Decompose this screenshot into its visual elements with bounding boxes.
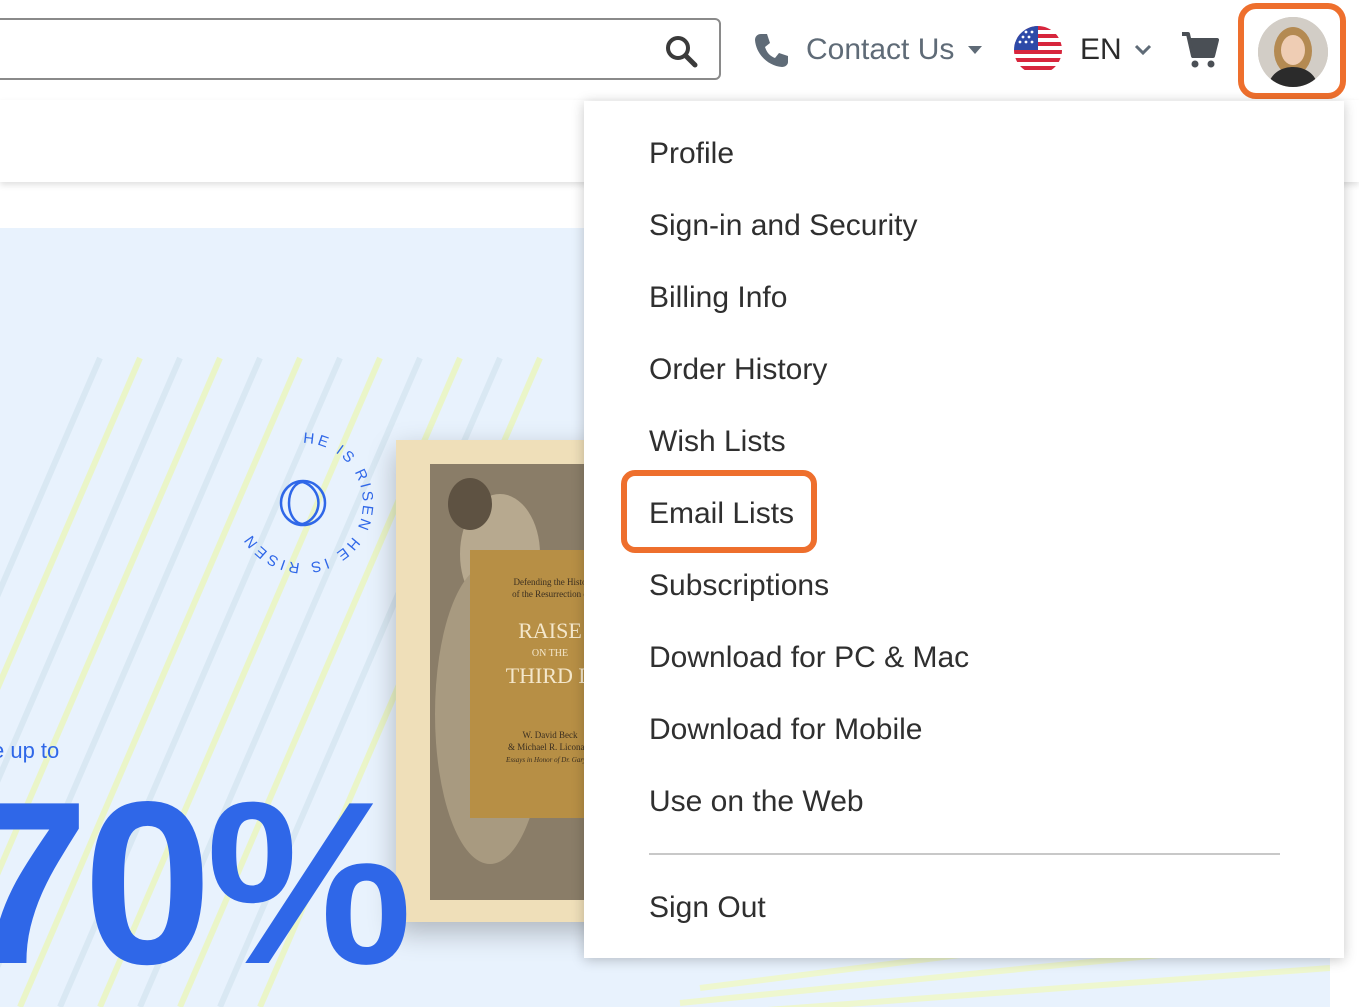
contact-us-menu[interactable]: Contact Us <box>752 24 983 76</box>
menu-item-use-on-web[interactable]: Use on the Web <box>649 782 864 822</box>
avatar[interactable] <box>1258 17 1328 87</box>
menu-item-order-history[interactable]: Order History <box>649 350 827 390</box>
account-avatar-button[interactable] <box>1238 3 1346 99</box>
book-subtitle-line-1: Defending the Histo <box>513 577 587 587</box>
search-icon[interactable] <box>664 34 698 68</box>
search-input[interactable] <box>6 28 650 72</box>
book-authors-line-2: & Michael R. Licona, I <box>508 742 592 752</box>
phone-icon <box>755 34 788 67</box>
email-lists-highlight <box>621 470 817 553</box>
menu-item-subscriptions[interactable]: Subscriptions <box>649 566 829 606</box>
menu-item-billing-info[interactable]: Billing Info <box>649 278 787 318</box>
menu-item-sign-in-security[interactable]: Sign-in and Security <box>649 206 917 246</box>
menu-item-download-pc-mac[interactable]: Download for PC & Mac <box>649 638 969 678</box>
menu-item-wish-lists[interactable]: Wish Lists <box>649 422 786 462</box>
chevron-down-icon <box>968 46 983 54</box>
menu-item-profile[interactable]: Profile <box>649 134 734 174</box>
cart-icon[interactable] <box>1180 30 1220 70</box>
book-authors-line-1: W. David Beck <box>522 730 578 740</box>
top-bar: Contact Us EN <box>0 0 1359 100</box>
promo-percentage: 70% <box>0 754 412 1007</box>
chevron-down-icon <box>1134 44 1151 56</box>
us-flag-icon <box>1014 26 1062 74</box>
badge-emblem <box>279 479 327 527</box>
book-series: Essays in Honor of Dr. Gary R. <box>506 756 594 764</box>
language-label: EN <box>1080 33 1122 66</box>
language-selector[interactable]: EN <box>1014 24 1154 76</box>
search-box[interactable] <box>0 18 721 80</box>
contact-us-label: Contact Us <box>806 33 955 66</box>
menu-divider <box>649 853 1280 855</box>
menu-item-sign-out[interactable]: Sign Out <box>649 888 766 928</box>
book-subtitle-line-2: of the Resurrection o <box>512 589 588 599</box>
menu-item-download-mobile[interactable]: Download for Mobile <box>649 710 922 750</box>
